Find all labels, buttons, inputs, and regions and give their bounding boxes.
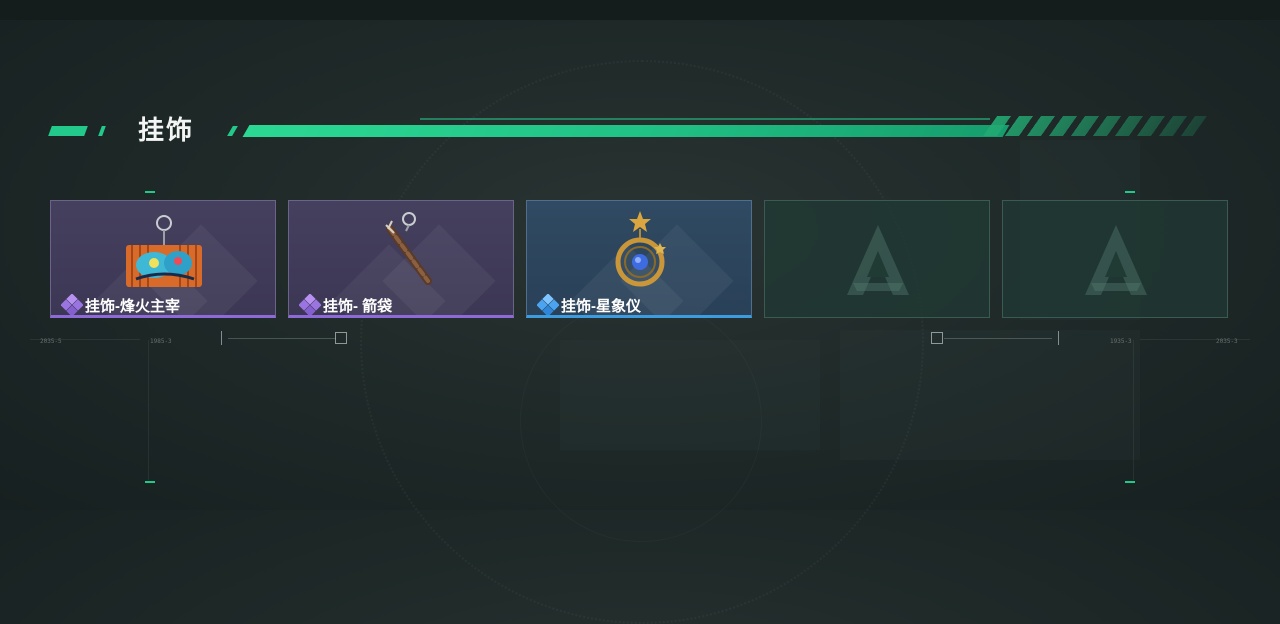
header-thin-line	[420, 118, 990, 120]
ruler-label: 2035-3	[1216, 338, 1238, 345]
purple-rarity-icon	[299, 294, 321, 315]
section-title: 挂饰	[138, 115, 195, 145]
empty-charm-slot-5[interactable]	[1002, 200, 1228, 318]
ruler-line	[228, 338, 336, 339]
header-checker-pattern	[982, 116, 1208, 136]
corner-marker	[145, 481, 155, 483]
background-building	[840, 330, 1140, 460]
charm-card-2[interactable]: 挂饰- 箭袋	[288, 200, 514, 318]
ruler-guide	[1133, 340, 1134, 480]
header-accent-tick	[48, 126, 88, 136]
ruler-label: 2035-5	[40, 338, 62, 345]
charm-name: 挂饰- 箭袋	[323, 298, 393, 315]
charm-card-1[interactable]: 挂饰-烽火主宰	[50, 200, 276, 318]
ruler-square-marker	[335, 332, 347, 344]
quiver-charm-icon	[385, 212, 432, 285]
ruler-label: 1985-3	[150, 338, 172, 345]
corner-marker	[1125, 191, 1135, 193]
header-accent-tick	[98, 126, 106, 136]
charm-name: 挂饰-星象仪	[561, 298, 641, 315]
header-accent-slash	[227, 126, 238, 136]
header-accent-bar	[242, 125, 1010, 137]
empty-charm-slot-4[interactable]	[764, 200, 990, 318]
fire-lord-charm-icon	[126, 215, 202, 287]
astrolabe-charm-icon	[615, 211, 666, 287]
ruler-guide	[148, 340, 149, 480]
logo-placeholder-icon	[1085, 225, 1147, 295]
background-building	[560, 340, 820, 450]
top-bar	[0, 0, 1280, 20]
corner-marker	[1125, 481, 1135, 483]
ruler-line	[944, 338, 1052, 339]
logo-placeholder-icon	[847, 225, 909, 295]
charm-name: 挂饰-烽火主宰	[85, 298, 180, 315]
ruler-label: 1935-3	[1110, 338, 1132, 345]
ruler-tick	[1058, 331, 1059, 345]
corner-marker	[145, 191, 155, 193]
purple-rarity-icon	[61, 294, 83, 315]
charm-card-3[interactable]: 挂饰-星象仪	[526, 200, 752, 318]
ruler-tick	[221, 331, 222, 345]
ruler-square-marker	[931, 332, 943, 344]
blue-rarity-icon	[537, 294, 559, 315]
